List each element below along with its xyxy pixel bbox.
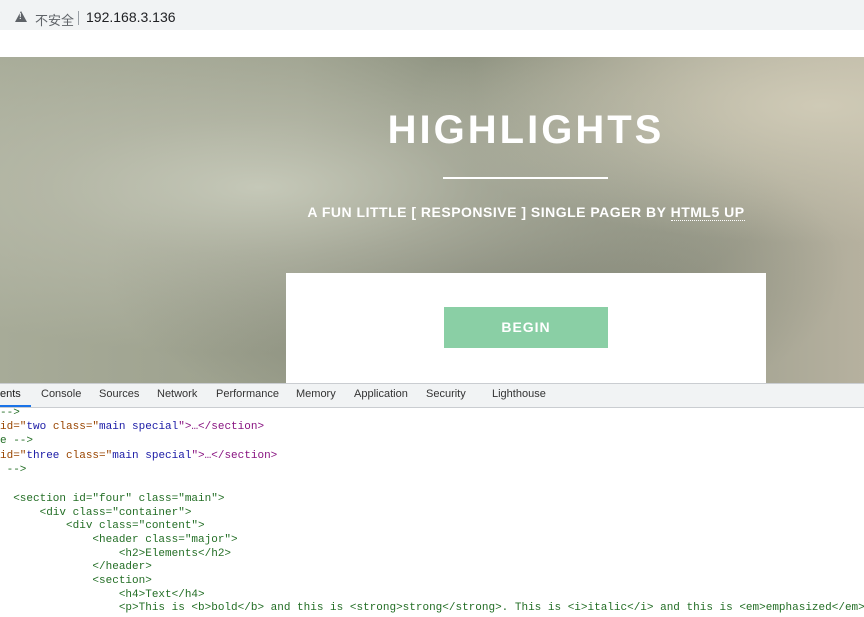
omnibox[interactable]: 不安全 192.168.3.136 bbox=[4, 3, 864, 29]
tab-elements[interactable]: ents bbox=[0, 388, 21, 400]
code-line[interactable]: <h2>Elements</h2> bbox=[0, 548, 231, 560]
devtools-tabbar: ents Console Sources Network Performance… bbox=[0, 384, 864, 408]
code-line[interactable]: id="two class="main special">…</section> bbox=[0, 421, 264, 433]
tab-sources[interactable]: Sources bbox=[99, 388, 139, 400]
tab-memory[interactable]: Memory bbox=[296, 388, 336, 400]
hero-divider bbox=[443, 177, 608, 179]
tab-lighthouse[interactable]: Lighthouse bbox=[492, 388, 546, 400]
hero-subtitle: A FUN LITTLE [ RESPONSIVE ] SINGLE PAGER… bbox=[226, 204, 826, 221]
tag-tail: ">…</section> bbox=[191, 450, 278, 462]
warning-icon[interactable] bbox=[15, 11, 27, 22]
attr-name: id=" bbox=[0, 450, 27, 462]
tab-network[interactable]: Network bbox=[157, 388, 197, 400]
address-bar: 不安全 192.168.3.136 bbox=[0, 0, 864, 30]
code-line[interactable]: e --> bbox=[0, 435, 33, 447]
attr-name: id=" bbox=[0, 421, 27, 433]
tab-security[interactable]: Security bbox=[426, 388, 466, 400]
separator bbox=[78, 11, 79, 25]
attr-value: main special bbox=[112, 450, 192, 462]
code-line[interactable]: <p>This is <b>bold</b> and this is <stro… bbox=[0, 602, 864, 614]
code-line[interactable]: <h4>Text</h4> bbox=[0, 589, 205, 601]
attr-value: three bbox=[26, 450, 60, 462]
code-line[interactable]: <div class="container"> bbox=[0, 507, 192, 519]
attr-name: class=" bbox=[46, 421, 100, 433]
hero-title: HIGHLIGHTS bbox=[387, 108, 665, 152]
code-line[interactable]: --> bbox=[0, 407, 20, 419]
code-line[interactable]: --> bbox=[0, 464, 27, 476]
tab-performance[interactable]: Performance bbox=[216, 388, 279, 400]
tab-application[interactable]: Application bbox=[354, 388, 408, 400]
dom-tree: --> id="two class="main special">…</sect… bbox=[0, 407, 864, 617]
code-line[interactable]: <div class="content"> bbox=[0, 520, 205, 532]
code-line[interactable]: </header> bbox=[0, 561, 151, 573]
security-label[interactable]: 不安全 bbox=[35, 10, 74, 29]
code-line[interactable]: <section id="four" class="main"> bbox=[0, 493, 224, 505]
tag-tail: ">…</section> bbox=[178, 421, 265, 433]
tab-console[interactable]: Console bbox=[41, 388, 81, 400]
code-line[interactable]: <section> bbox=[0, 575, 151, 587]
url-text[interactable]: 192.168.3.136 bbox=[86, 9, 176, 25]
attr-value: two bbox=[26, 421, 47, 433]
code-line[interactable]: <header class="major"> bbox=[0, 534, 237, 546]
code-line[interactable]: id="three class="main special">…</sectio… bbox=[0, 450, 277, 462]
hero-subtitle-text: A FUN LITTLE [ RESPONSIVE ] SINGLE PAGER… bbox=[307, 204, 671, 220]
devtools-panel: ents Console Sources Network Performance… bbox=[0, 383, 864, 617]
html5up-link[interactable]: HTML5 UP bbox=[670, 204, 745, 221]
begin-button[interactable]: BEGIN bbox=[444, 307, 608, 348]
attr-name: class=" bbox=[59, 450, 113, 462]
attr-value: main special bbox=[99, 421, 179, 433]
